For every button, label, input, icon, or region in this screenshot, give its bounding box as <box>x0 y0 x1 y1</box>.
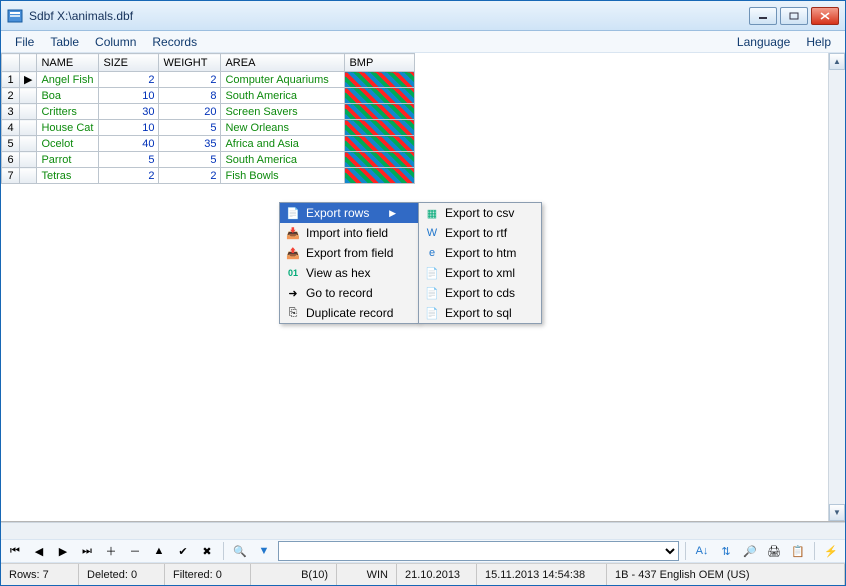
col-name[interactable]: NAME <box>37 54 99 72</box>
table-row[interactable]: 4House Cat105New Orleans <box>2 120 415 136</box>
status-enc: WIN <box>337 564 397 585</box>
cm-import-field[interactable]: 📥Import into field <box>280 223 418 243</box>
execute-button[interactable]: ⚡ <box>821 541 841 561</box>
goto-icon: ➜ <box>284 285 302 301</box>
sm-export-xml[interactable]: 📄Export to xml <box>419 263 541 283</box>
sm-export-rtf[interactable]: WExport to rtf <box>419 223 541 243</box>
nav-post-button[interactable]: ✔ <box>173 541 193 561</box>
vertical-scrollbar[interactable]: ▲ ▼ <box>828 53 845 521</box>
nav-next-button[interactable]: ▶ <box>53 541 73 561</box>
sort-desc-button[interactable]: ⇅ <box>716 541 736 561</box>
export-field-icon: 📤 <box>284 245 302 261</box>
title-bar: Sdbf X:\animals.dbf <box>1 1 845 31</box>
table-row[interactable]: 2Boa108South America <box>2 88 415 104</box>
menu-bar: File Table Column Records Language Help <box>1 31 845 53</box>
nav-first-button[interactable]: ⏮ <box>5 541 25 561</box>
nav-toolbar: ⏮ ◀ ▶ ⏭ ＋ － ▲ ✔ ✖ 🔍 ▼ A↓ ⇅ 🔎 🖨 📋 ⚡ <box>1 539 845 563</box>
rtf-icon: W <box>423 225 441 241</box>
maximize-button[interactable] <box>780 7 808 25</box>
filter-button[interactable]: ▼ <box>254 541 274 561</box>
sm-export-sql[interactable]: 📄Export to sql <box>419 303 541 323</box>
nav-cancel-button[interactable]: ✖ <box>197 541 217 561</box>
status-rows: Rows: 7 <box>1 564 79 585</box>
status-date1: 21.10.2013 <box>397 564 477 585</box>
nav-prev-button[interactable]: ◀ <box>29 541 49 561</box>
data-grid[interactable]: NAME SIZE WEIGHT AREA BMP 1▶Angel Fish22… <box>1 53 415 184</box>
table-row[interactable]: 5Ocelot4035Africa and Asia <box>2 136 415 152</box>
minimize-button[interactable] <box>749 7 777 25</box>
copy-button[interactable]: 📋 <box>788 541 808 561</box>
app-icon <box>7 8 23 24</box>
menu-file[interactable]: File <box>7 32 42 52</box>
context-menu: 📄Export rows▶ 📥Import into field 📤Export… <box>279 202 419 324</box>
nav-delete-button[interactable]: － <box>125 541 145 561</box>
nav-edit-button[interactable]: ▲ <box>149 541 169 561</box>
nav-add-button[interactable]: ＋ <box>101 541 121 561</box>
menu-table[interactable]: Table <box>42 32 87 52</box>
sort-asc-button[interactable]: A↓ <box>692 541 712 561</box>
cm-duplicate[interactable]: ⎘Duplicate record <box>280 303 418 323</box>
window-title: Sdbf X:\animals.dbf <box>29 9 749 23</box>
menu-column[interactable]: Column <box>87 32 144 52</box>
import-icon: 📥 <box>284 225 302 241</box>
sm-export-csv[interactable]: ▦Export to csv <box>419 203 541 223</box>
table-row[interactable]: 7Tetras22Fish Bowls <box>2 168 415 184</box>
table-row[interactable]: 3Critters3020Screen Savers <box>2 104 415 120</box>
sql-icon: 📄 <box>423 305 441 321</box>
cm-view-hex[interactable]: 01View as hex <box>280 263 418 283</box>
menu-help[interactable]: Help <box>798 32 839 52</box>
status-bar: Rows: 7 Deleted: 0 Filtered: 0 B(10) WIN… <box>1 563 845 585</box>
find-button[interactable]: 🔎 <box>740 541 760 561</box>
status-fmt: B(10) <box>251 564 337 585</box>
app-window: Sdbf X:\animals.dbf File Table Column Re… <box>0 0 846 586</box>
table-row[interactable]: 6Parrot55South America <box>2 152 415 168</box>
sm-export-cds[interactable]: 📄Export to cds <box>419 283 541 303</box>
print-button[interactable]: 🖨 <box>764 541 784 561</box>
cm-goto-record[interactable]: ➜Go to record <box>280 283 418 303</box>
col-weight[interactable]: WEIGHT <box>159 54 221 72</box>
csv-icon: ▦ <box>423 205 441 221</box>
export-icon: 📄 <box>284 205 302 221</box>
htm-icon: e <box>423 245 441 261</box>
cm-export-rows[interactable]: 📄Export rows▶ <box>280 203 418 223</box>
window-buttons <box>749 7 839 25</box>
grid-area: NAME SIZE WEIGHT AREA BMP 1▶Angel Fish22… <box>1 53 845 522</box>
sm-export-htm[interactable]: eExport to htm <box>419 243 541 263</box>
status-deleted: Deleted: 0 <box>79 564 165 585</box>
status-codepage: 1B - 437 English OEM (US) <box>607 564 845 585</box>
xml-icon: 📄 <box>423 265 441 281</box>
menu-language[interactable]: Language <box>729 32 798 52</box>
menu-records[interactable]: Records <box>144 32 205 52</box>
filter-combo[interactable] <box>278 541 679 561</box>
scroll-up-button[interactable]: ▲ <box>829 53 845 70</box>
submenu-arrow-icon: ▶ <box>379 208 396 219</box>
export-submenu: ▦Export to csv WExport to rtf eExport to… <box>418 202 542 324</box>
hex-icon: 01 <box>284 265 302 281</box>
close-button[interactable] <box>811 7 839 25</box>
duplicate-icon: ⎘ <box>284 305 302 321</box>
horizontal-scrollbar[interactable] <box>1 522 845 539</box>
col-area[interactable]: AREA <box>221 54 345 72</box>
search-button[interactable]: 🔍 <box>230 541 250 561</box>
cds-icon: 📄 <box>423 285 441 301</box>
table-row[interactable]: 1▶Angel Fish22Computer Aquariums <box>2 72 415 88</box>
nav-last-button[interactable]: ⏭ <box>77 541 97 561</box>
status-date2: 15.11.2013 14:54:38 <box>477 564 607 585</box>
scroll-down-button[interactable]: ▼ <box>829 504 845 521</box>
cm-export-field[interactable]: 📤Export from field <box>280 243 418 263</box>
status-filtered: Filtered: 0 <box>165 564 251 585</box>
col-bmp[interactable]: BMP <box>345 54 415 72</box>
col-size[interactable]: SIZE <box>99 54 159 72</box>
